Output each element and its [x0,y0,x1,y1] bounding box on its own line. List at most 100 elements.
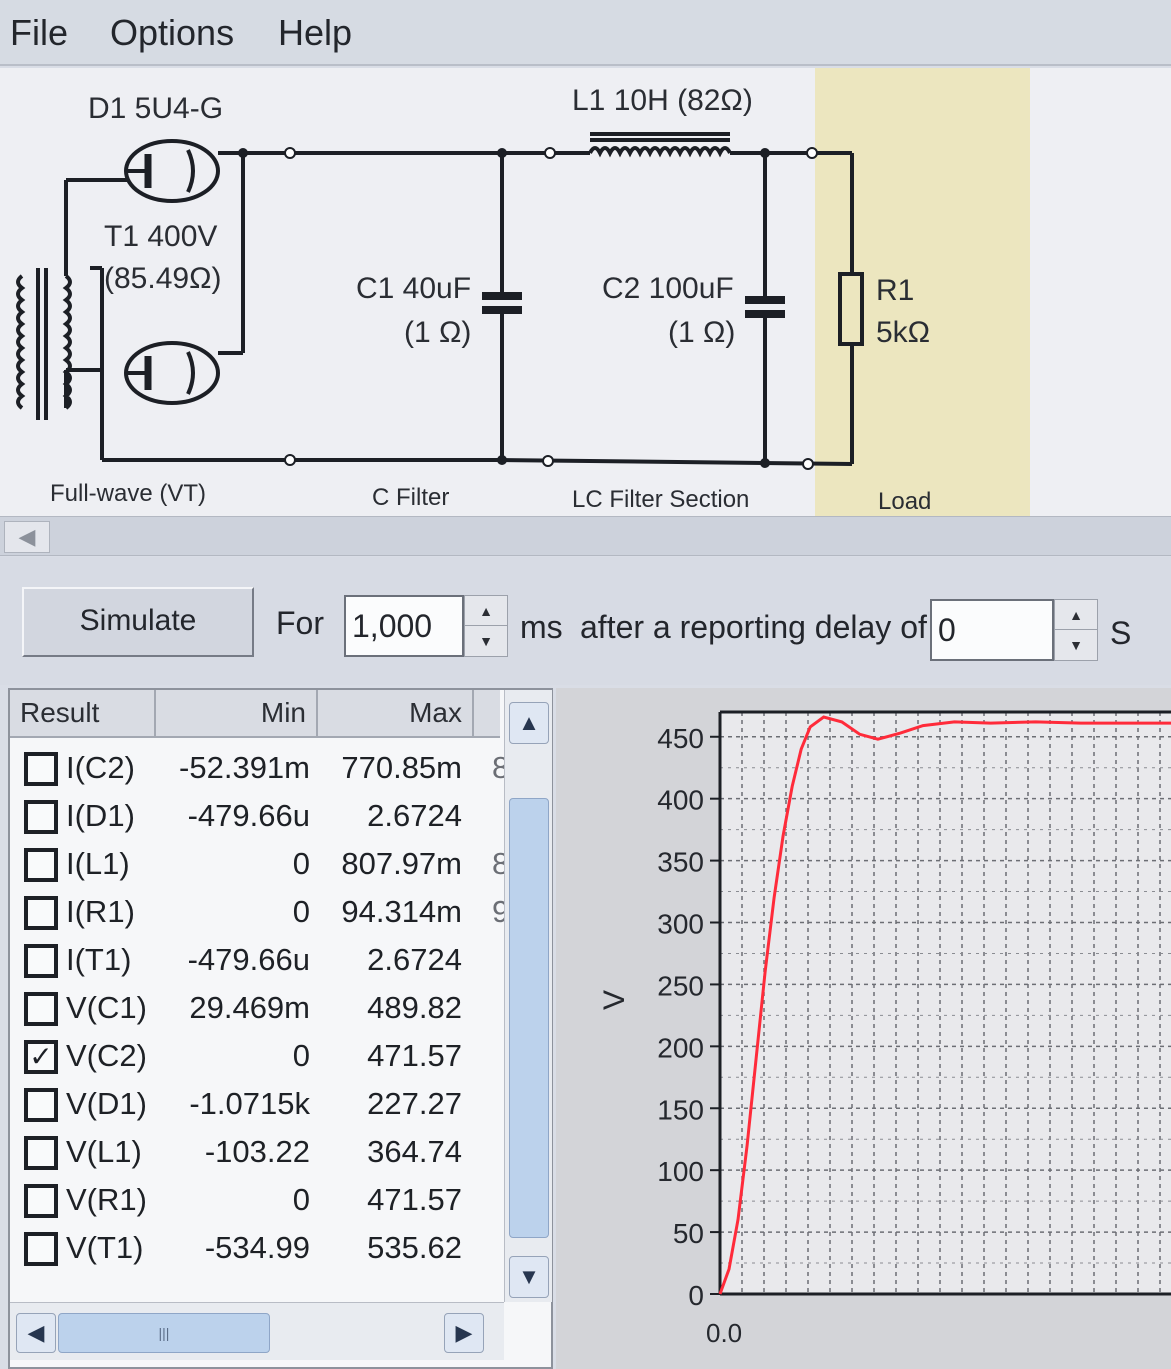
result-min: -479.66u [187,798,310,833]
result-checkbox[interactable] [24,752,58,786]
result-max: 471.57 [367,1182,462,1217]
duration-spinner[interactable]: ▲ ▼ [464,595,508,657]
delay-spinner[interactable]: ▲ ▼ [1054,599,1098,661]
result-checkbox[interactable] [24,1232,58,1266]
y-axis-label: V [598,990,631,1010]
menu-file[interactable]: File [10,12,68,54]
result-name: V(D1) [66,1086,147,1121]
result-name: I(D1) [66,798,135,833]
result-row[interactable]: V(R1) 0 471.57 [10,1176,500,1224]
results-header: Result Min Max [10,690,500,738]
result-max: 807.97m [341,846,462,881]
result-row[interactable]: I(R1) 0 94.314m 9 [10,888,509,936]
result-min: 0 [292,1038,310,1073]
spinner-up-icon[interactable]: ▲ [1055,600,1097,630]
scroll-left-icon[interactable]: ◀ [16,1313,56,1353]
results-vertical-scrollbar[interactable]: ▲ ▼ [504,690,552,1302]
result-checkbox[interactable] [24,944,58,978]
result-checkbox[interactable] [24,1088,58,1122]
scroll-right-icon[interactable]: ▶ [444,1313,484,1353]
results-table: Result Min Max I(C2) -52.391m 770.85m 8 I(D1… [8,688,553,1369]
for-label: For [276,605,324,641]
d1-label: D1 5U4-G [88,92,224,125]
y-tick-label: 400 [657,785,704,816]
y-tick-label: 0 [688,1280,704,1311]
c1-label: C1 40uF [356,272,472,305]
section-fullwave: Full-wave (VT) [50,480,207,507]
y-tick-label: 200 [657,1032,704,1063]
result-max: 2.6724 [367,942,462,977]
y-tick-label: 250 [657,970,704,1001]
result-max: 94.314m [341,894,462,929]
results-horizontal-scrollbar[interactable]: ◀ ||| ▶ [10,1302,504,1360]
r1-label: R1 [876,274,915,307]
result-name: V(C2) [66,1038,147,1073]
inductor-coil [588,146,732,158]
result-min: -52.391m [179,750,310,785]
result-name: V(T1) [66,1230,144,1265]
scroll-thumb[interactable] [509,798,549,1238]
menu-options[interactable]: Options [110,12,234,54]
result-min: -1.0715k [189,1086,310,1121]
result-row[interactable]: V(D1) -1.0715k 227.27 [10,1080,500,1128]
spinner-down-icon[interactable]: ▼ [465,626,507,656]
menu-help[interactable]: Help [278,12,352,54]
result-max: 489.82 [367,990,462,1025]
c2-label: C2 100uF [602,272,734,305]
spinner-down-icon[interactable]: ▼ [1055,630,1097,660]
section-load: Load [878,488,932,515]
t1-label: T1 400V [104,220,218,253]
transformer-primary-coil [16,274,26,410]
scroll-up-icon[interactable]: ▲ [509,702,549,744]
result-row[interactable]: ✓ V(C2) 0 471.57 [10,1032,500,1080]
duration-input[interactable] [344,595,464,657]
result-row[interactable]: I(C2) -52.391m 770.85m 8 [10,744,509,792]
spinner-up-icon[interactable]: ▲ [465,596,507,626]
scroll-left-arrow-icon[interactable]: ◀ [4,521,50,553]
y-tick-label: 150 [657,1094,704,1125]
result-max: 2.6724 [367,798,462,833]
column-header-result[interactable]: Result [10,690,156,736]
delay-unit-label: S [1110,615,1132,651]
column-header-min[interactable]: Min [156,690,318,736]
simulate-button[interactable]: Simulate [22,587,254,657]
result-row[interactable]: V(L1) -103.22 364.74 [10,1128,500,1176]
y-tick-label: 300 [657,909,704,940]
horizontal-scroll-thumb[interactable]: ||| [58,1313,270,1353]
scroll-down-icon[interactable]: ▼ [509,1256,549,1298]
y-tick-label: 100 [657,1156,704,1187]
simulation-controls: Simulate For ▲ ▼ ms after a reporting de… [0,557,1171,685]
column-header-max[interactable]: Max [318,690,474,736]
result-name: V(R1) [66,1182,147,1217]
result-row[interactable]: V(C1) 29.469m 489.82 [10,984,500,1032]
result-min: 0 [292,1182,310,1217]
duration-unit-label: ms [520,609,563,645]
result-checkbox[interactable]: ✓ [24,1040,58,1074]
result-min: -479.66u [187,942,310,977]
result-row[interactable]: I(T1) -479.66u 2.6724 [10,936,500,984]
result-min: 29.469m [189,990,310,1025]
result-min: -103.22 [204,1134,310,1169]
schematic-horizontal-scrollbar[interactable]: ◀ [0,516,1171,556]
y-tick-label: 350 [657,847,704,878]
result-min: 0 [292,846,310,881]
section-lc-filter: LC Filter Section [572,486,750,513]
result-checkbox[interactable] [24,992,58,1026]
circuit-schematic: D1 5U4-G T1 400V (85.49Ω) L1 10H (82Ω) C… [0,68,1171,516]
result-checkbox[interactable] [24,896,58,930]
delay-input[interactable] [930,599,1054,661]
result-checkbox[interactable] [24,800,58,834]
result-row[interactable]: I(D1) -479.66u 2.6724 [10,792,500,840]
l1-label: L1 10H (82Ω) [572,84,753,117]
result-min: -534.99 [204,1230,310,1265]
result-row[interactable]: V(T1) -534.99 535.62 [10,1224,500,1272]
waveform-chart: 0 50 100 150 200 250 300 350 400 450 V 0.0 [556,688,1171,1369]
result-checkbox[interactable] [24,1136,58,1170]
result-row[interactable]: I(L1) 0 807.97m 8 [10,840,509,888]
result-name: I(T1) [66,942,132,977]
result-max: 227.27 [367,1086,462,1121]
result-checkbox[interactable] [24,848,58,882]
y-tick-label: 450 [657,723,704,754]
result-max: 471.57 [367,1038,462,1073]
result-checkbox[interactable] [24,1184,58,1218]
